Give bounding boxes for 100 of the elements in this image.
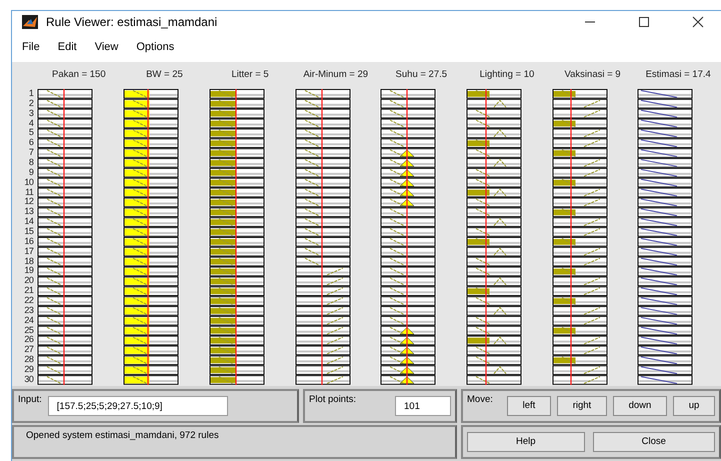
input-membership-row <box>295 316 350 326</box>
input-membership-row <box>38 108 93 118</box>
input-membership-row <box>124 336 179 346</box>
input-membership-row <box>295 355 350 366</box>
input-membership-row <box>552 217 608 227</box>
input-membership-row <box>466 296 522 306</box>
input-membership-row <box>295 188 350 198</box>
input-value-line[interactable] <box>64 89 65 385</box>
input-membership-row <box>295 158 350 168</box>
input-value-line[interactable] <box>406 89 408 385</box>
input-membership-row <box>124 128 179 138</box>
input-field[interactable]: [157.5;25;5;29;27.5;10;9] <box>48 396 228 416</box>
input-value-line[interactable] <box>320 89 322 385</box>
input-membership-row <box>209 346 264 356</box>
input-membership-row <box>552 316 608 326</box>
input-membership-row <box>466 217 522 227</box>
input-membership-row <box>295 346 350 356</box>
input-value-line[interactable] <box>485 89 487 385</box>
input-membership-row <box>124 168 179 178</box>
rule-number: 4 <box>28 118 34 128</box>
output-membership-row <box>638 158 693 168</box>
input-membership-row <box>38 178 93 188</box>
input-membership-row <box>38 286 93 296</box>
input-membership-row <box>466 148 522 158</box>
input-membership-row <box>380 237 436 247</box>
move-button[interactable]: up <box>673 396 716 416</box>
input-membership-row <box>466 346 522 356</box>
rule-number: 16 <box>24 236 34 247</box>
input-membership-row <box>295 237 350 247</box>
input-membership-row <box>295 138 350 148</box>
input-membership-row <box>124 188 179 198</box>
input-membership-row <box>380 365 436 375</box>
input-membership-row <box>380 89 436 99</box>
input-membership-row <box>38 237 93 247</box>
input-membership-row <box>124 108 179 118</box>
input-membership-row <box>552 266 608 276</box>
input-membership-row <box>295 207 350 218</box>
input-membership-row <box>552 89 608 99</box>
output-membership-row <box>638 98 693 109</box>
input-membership-row <box>124 306 179 316</box>
input-membership-row <box>466 89 522 99</box>
variable-label: Suhu = 27.5 <box>394 68 448 82</box>
output-membership-row <box>638 217 693 227</box>
input-membership-row <box>380 296 436 306</box>
move-button[interactable]: left <box>506 396 551 416</box>
input-membership-row <box>124 365 179 375</box>
input-membership-row <box>552 128 608 138</box>
output-membership-row <box>638 89 693 99</box>
output-membership-row <box>638 365 693 375</box>
input-membership-row <box>380 138 436 148</box>
rule-number: 30 <box>24 374 34 385</box>
input-membership-row <box>380 246 436 257</box>
input-membership-row <box>38 316 93 326</box>
input-membership-row <box>209 118 264 128</box>
input-membership-row <box>38 98 93 109</box>
rule-number: 13 <box>24 207 34 218</box>
input-value-line[interactable] <box>570 89 572 385</box>
input-membership-row <box>380 326 436 336</box>
input-membership-row <box>38 306 93 316</box>
menu-item[interactable]: Options <box>136 39 174 56</box>
move-button[interactable]: down <box>612 396 668 416</box>
menu-item[interactable]: View <box>94 39 118 56</box>
dialog-button[interactable]: Close <box>592 432 715 452</box>
input-membership-row <box>38 118 93 128</box>
input-value-line[interactable] <box>235 89 236 385</box>
move-button[interactable]: right <box>556 396 607 416</box>
input-membership-row <box>38 355 93 366</box>
input-membership-row <box>209 286 264 296</box>
input-membership-row <box>38 198 93 208</box>
input-membership-row <box>38 266 93 276</box>
output-membership-row <box>638 296 693 306</box>
input-membership-row <box>295 108 350 118</box>
input-membership-row <box>295 148 350 158</box>
input-membership-row <box>466 98 522 109</box>
input-value-line[interactable] <box>148 89 149 385</box>
dialog-button[interactable]: Help <box>467 432 585 452</box>
input-membership-row <box>38 365 93 375</box>
menu-item[interactable]: Edit <box>58 39 77 56</box>
rule-number: 6 <box>28 138 34 148</box>
input-membership-row <box>38 168 93 178</box>
input-membership-row <box>466 158 522 168</box>
plot-points-field[interactable]: 101 <box>395 396 451 416</box>
input-membership-row <box>209 316 264 326</box>
input-membership-row <box>124 316 179 326</box>
output-membership-row <box>638 355 693 366</box>
output-membership-row <box>638 138 693 148</box>
variable-label: Litter = 5 <box>230 68 270 82</box>
input-membership-row <box>38 256 93 266</box>
input-membership-row <box>380 98 436 109</box>
variable-label: Pakan = 150 <box>51 68 107 82</box>
rule-number: 8 <box>28 158 34 168</box>
input-membership-row <box>124 246 179 257</box>
input-membership-row <box>295 286 350 296</box>
rule-number: 10 <box>24 178 34 188</box>
input-membership-row <box>466 326 522 336</box>
input-membership-row <box>552 227 608 237</box>
menu-item[interactable]: File <box>22 39 40 56</box>
output-membership-row <box>638 316 693 326</box>
input-membership-row <box>380 168 436 178</box>
output-membership-row <box>638 286 693 296</box>
